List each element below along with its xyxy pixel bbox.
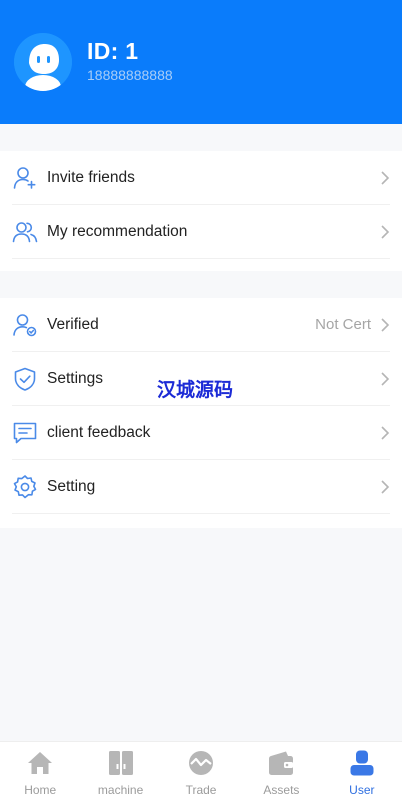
users-icon [12,219,38,245]
user-id: ID: 1 [87,38,139,64]
tab-label: Assets [263,783,300,795]
tab-trade[interactable]: Trade [161,742,241,795]
menu-item-client-feedback[interactable]: client feedback [12,406,390,460]
trade-icon [187,750,215,781]
tab-label: machine [97,783,144,795]
menu-item-label: Invite friends [47,168,135,186]
user-icon [348,750,376,781]
menu-item-label: Verified [47,315,99,333]
profile-header: ID: 1 18888888888 [0,0,402,124]
user-phone: 18888888888 [87,67,173,83]
shield-check-icon [12,366,38,392]
menu-group-invite: Invite friends My recommendation [0,151,402,271]
menu-item-label: Settings [47,369,104,387]
watermark-text: 汉城源码 [157,380,234,401]
gear-icon [12,474,38,500]
user-plus-icon [12,165,38,191]
menu-item-label: My recommendation [47,222,188,240]
tab-label: Home [24,783,57,795]
wallet-icon [267,750,295,781]
menu-group-account: Verified Not Cert Settings client feedba… [0,298,402,528]
menu-item-setting[interactable]: Setting [12,460,390,514]
user-verify-icon [12,312,38,338]
menu-item-invite-friends[interactable]: Invite friends [12,151,390,205]
tab-home[interactable]: Home [0,742,80,795]
chevron-right-icon [380,225,390,244]
tab-label: User [349,783,375,795]
menu-item-label: Setting [47,477,96,495]
machine-icon [107,750,135,781]
tab-machine[interactable]: machine [80,742,160,795]
tab-user[interactable]: User [322,742,402,795]
tab-assets[interactable]: Assets [241,742,321,795]
verification-status: Not Cert [315,316,371,333]
menu-item-verified[interactable]: Verified Not Cert [12,298,390,352]
chevron-right-icon [380,372,390,391]
chevron-right-icon [380,171,390,190]
chevron-right-icon [380,480,390,499]
home-icon [26,750,54,781]
message-icon [12,420,38,446]
menu-item-label: client feedback [47,423,151,441]
robot-avatar-icon[interactable] [14,33,72,91]
tab-label: Trade [185,783,217,795]
chevron-right-icon [380,318,390,337]
chevron-right-icon [380,426,390,445]
menu-item-my-recommendation[interactable]: My recommendation [12,205,390,259]
bottom-tab-bar: Home machine Trade Assets User [0,741,402,795]
